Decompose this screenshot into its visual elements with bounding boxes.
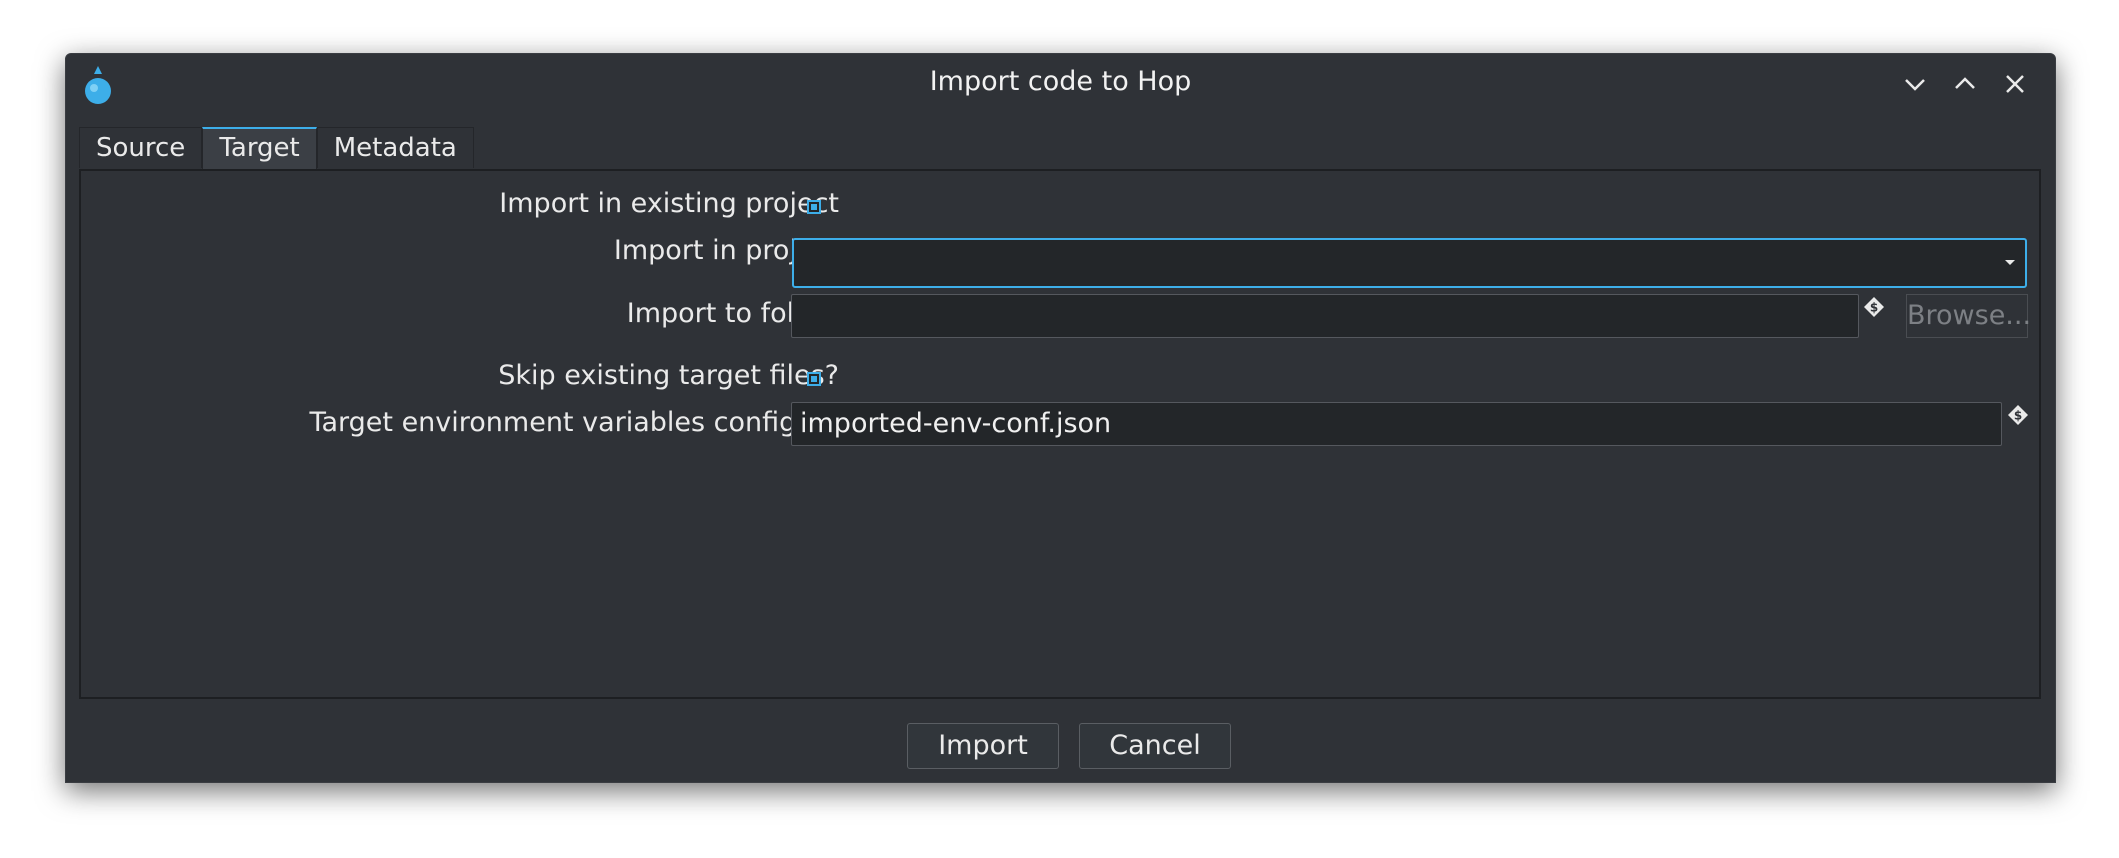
window-title: Import code to Hop [929,66,1192,97]
tab-source[interactable]: Source [79,127,203,168]
variable-dollar-icon[interactable]: $ [1863,296,1885,318]
tab-target[interactable]: Target [202,127,317,169]
env-config-input[interactable]: imported-env-conf.json [791,402,2002,446]
import-dialog: Import code to Hop Source Target Metadat… [65,53,2056,783]
target-tab-panel: Import in existing project Import in pro… [79,169,2041,699]
variable-dollar-icon[interactable]: $ [2007,404,2029,426]
import-existing-label: Import in existing project [499,188,839,219]
browse-button[interactable]: Browse... [1906,294,2031,338]
maximize-icon[interactable] [1949,68,1981,100]
import-project-combo[interactable] [792,238,2027,288]
svg-text:$: $ [2014,409,2022,423]
env-config-label: Target environment variables config file [309,407,846,438]
cancel-button[interactable]: Cancel [1079,723,1231,769]
tab-metadata[interactable]: Metadata [316,127,474,168]
import-button[interactable]: Import [907,723,1059,769]
title-bar[interactable]: Import code to Hop [66,54,2055,114]
import-folder-input[interactable] [791,294,1859,338]
skip-existing-checkbox[interactable] [807,372,821,386]
chevron-down-icon [2005,260,2015,265]
skip-existing-label: Skip existing target files? [498,360,839,391]
svg-text:$: $ [1870,301,1878,315]
import-existing-checkbox[interactable] [807,200,821,214]
minimize-icon[interactable] [1899,68,1931,100]
close-icon[interactable] [1999,68,2031,100]
tab-bar: Source Target Metadata [79,127,474,169]
